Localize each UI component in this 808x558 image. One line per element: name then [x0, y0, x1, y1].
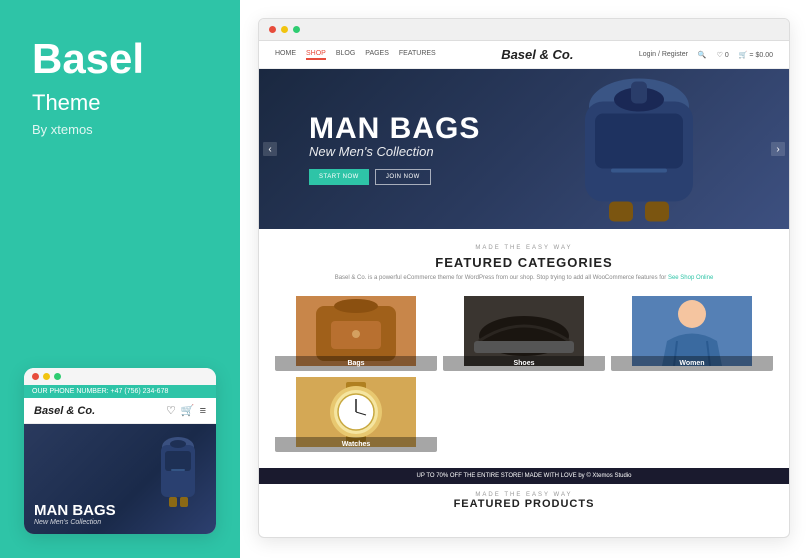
featured-products-stub: MADE THE EASY WAY FEATURED PRODUCTS	[259, 484, 789, 518]
search-icon[interactable]: 🔍	[698, 51, 707, 59]
theme-label: Theme	[32, 90, 208, 116]
cat-label-women: Women	[611, 356, 773, 371]
mobile-logo: Basel & Co.	[34, 405, 95, 417]
mobile-cart-icon: 🛒	[181, 404, 195, 417]
browser-chrome	[259, 19, 789, 41]
nav-pages[interactable]: PAGES	[365, 50, 389, 60]
mobile-hero: MAN BAGS New Men's Collection	[24, 424, 216, 534]
mobile-hero-text: MAN BAGS New Men's Collection	[34, 503, 116, 527]
browser-dot-yellow	[281, 26, 288, 33]
categories-grid: Bags Shoes	[275, 296, 773, 452]
theme-title: Basel	[32, 36, 208, 82]
cat-item-watches[interactable]: Watches	[275, 377, 437, 452]
cat-item-bags[interactable]: Bags	[275, 296, 437, 371]
site-hero-content: MAN BAGS New Men's Collection START NOW …	[259, 114, 480, 185]
cat-item-shoes[interactable]: Shoes	[443, 296, 605, 371]
site-hero-btns: START NOW JOIN NOW	[309, 169, 480, 185]
mobile-top-bar	[24, 368, 216, 385]
nav-blog[interactable]: BLOG	[336, 50, 355, 60]
left-panel: Basel Theme By xtemos OUR PHONE NUMBER: …	[0, 0, 240, 558]
cat-label-bags: Bags	[275, 356, 437, 371]
cart-icon[interactable]: 🛒 = $0.00	[739, 51, 773, 59]
categories-title: FEATURED CATEGORIES	[275, 255, 773, 270]
cat-label-shoes: Shoes	[443, 356, 605, 371]
dot-red	[32, 373, 39, 380]
mobile-heart-icon: ♡	[166, 404, 176, 417]
backpack-mobile-svg	[151, 429, 206, 519]
site-nav-links: HOME SHOP BLOG PAGES FEATURES	[275, 50, 436, 60]
mobile-preview: OUR PHONE NUMBER: +47 (756) 234-678 Base…	[24, 368, 216, 534]
hero-arrow-right[interactable]: ›	[771, 142, 785, 156]
hero-btn-start[interactable]: START NOW	[309, 169, 369, 185]
theme-by: By xtemos	[32, 122, 208, 137]
nav-home[interactable]: HOME	[275, 50, 296, 60]
cat-label-watches: Watches	[275, 437, 437, 452]
site-bottom-bar: UP TO 70% OFF THE ENTIRE STORE! MADE WIT…	[259, 468, 789, 484]
nav-features[interactable]: FEATURES	[399, 50, 436, 60]
cat-item-women[interactable]: Women	[611, 296, 773, 371]
hero-arrow-left[interactable]: ‹	[263, 142, 277, 156]
mobile-menu-icon: ≡	[200, 405, 206, 417]
hero-backpack-svg	[549, 72, 729, 222]
hero-sub: New Men's Collection	[309, 144, 480, 159]
hero-heading: MAN BAGS	[309, 114, 480, 144]
site-categories: MADE THE EASY WAY FEATURED CATEGORIES Ba…	[259, 229, 789, 468]
site-nav: HOME SHOP BLOG PAGES FEATURES Basel & Co…	[259, 41, 789, 69]
right-panel: HOME SHOP BLOG PAGES FEATURES Basel & Co…	[240, 0, 808, 558]
wishlist-icon[interactable]: ♡ 0	[717, 51, 729, 59]
site-logo: Basel & Co.	[501, 47, 573, 62]
dot-green	[54, 373, 61, 380]
mobile-hero-sub: New Men's Collection	[34, 519, 116, 526]
mobile-header: Basel & Co. ♡ 🛒 ≡	[24, 398, 216, 424]
featured-title: FEATURED PRODUCTS	[267, 498, 781, 510]
browser-mockup: HOME SHOP BLOG PAGES FEATURES Basel & Co…	[258, 18, 790, 538]
categories-eyebrow: MADE THE EASY WAY	[275, 245, 773, 251]
mobile-phone-bar: OUR PHONE NUMBER: +47 (756) 234-678	[24, 385, 216, 398]
site-nav-right: Login / Register 🔍 ♡ 0 🛒 = $0.00	[639, 51, 773, 59]
hero-btn-join[interactable]: JOIN NOW	[375, 169, 431, 185]
browser-dot-red	[269, 26, 276, 33]
dot-yellow	[43, 373, 50, 380]
nav-shop[interactable]: SHOP	[306, 50, 326, 60]
categories-desc: Basel & Co. is a powerful eCommerce them…	[275, 274, 773, 284]
nav-login[interactable]: Login / Register	[639, 51, 688, 58]
categories-link[interactable]: See Shop Online	[668, 275, 713, 281]
browser-dot-green	[293, 26, 300, 33]
hero-backpack	[549, 72, 729, 227]
site-hero: ‹ MAN BAGS New Men's Collection START NO…	[259, 69, 789, 229]
mobile-header-icons: ♡ 🛒 ≡	[166, 404, 206, 417]
mobile-hero-heading: MAN BAGS	[34, 503, 116, 520]
browser-content: HOME SHOP BLOG PAGES FEATURES Basel & Co…	[259, 41, 789, 533]
